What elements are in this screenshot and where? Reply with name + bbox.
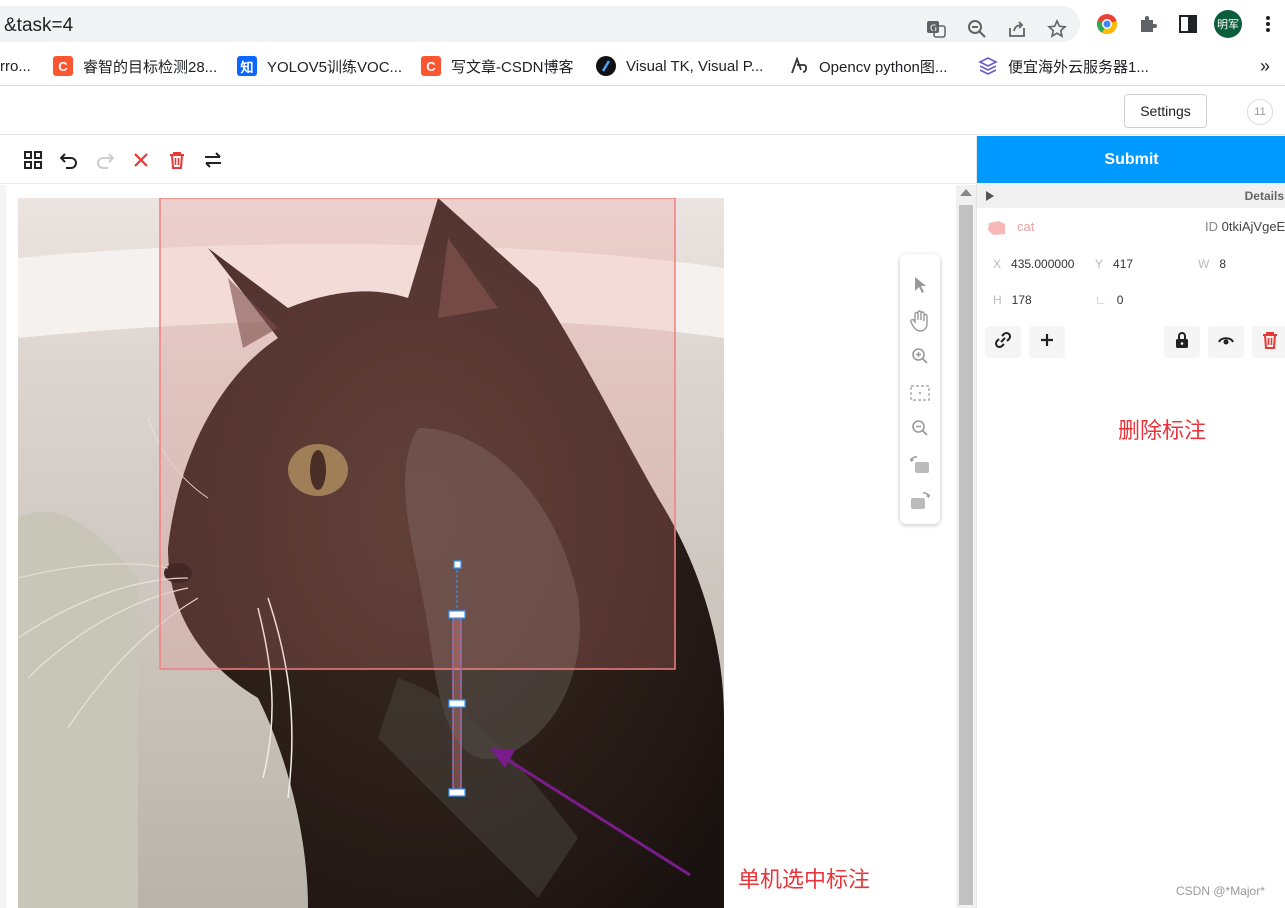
angle-value: ∟ 0 [1095, 293, 1124, 307]
bookmarks-overflow-button[interactable]: » [1260, 54, 1270, 78]
side-panel-icon[interactable] [1176, 12, 1200, 36]
expand-triangle-icon [986, 191, 994, 201]
opencv-icon [789, 56, 809, 76]
scroll-thumb[interactable] [959, 205, 973, 905]
height-value: H 178 [993, 293, 1032, 307]
app-header: Settings 11 [0, 87, 1285, 135]
link-icon [994, 331, 1012, 354]
trash-icon [1262, 331, 1278, 354]
zoom-out-icon[interactable] [908, 416, 932, 440]
bookmark-item[interactable]: 便宜海外云服务器1... [978, 54, 1149, 78]
zoom-in-icon[interactable] [908, 344, 932, 368]
submit-button[interactable]: Submit [977, 136, 1285, 183]
share-icon[interactable] [1006, 18, 1028, 40]
link-button[interactable] [985, 326, 1021, 358]
address-bar[interactable]: &task=4 G [0, 6, 1080, 42]
bookmark-label: YOLOV5训练VOC... [267, 58, 403, 76]
watermark: CSDN @*Major* [1176, 884, 1265, 898]
rotate-left-icon[interactable] [908, 453, 932, 477]
swap-icon[interactable] [201, 148, 225, 172]
bookmark-label: rro... [0, 57, 31, 75]
bookmark-label: 写文章-CSDN博客 [451, 58, 574, 76]
csdn-icon: C [421, 56, 441, 76]
bookmark-item[interactable]: 知 YOLOV5训练VOC... [237, 54, 402, 78]
resize-handle-middle[interactable] [448, 699, 466, 708]
bookmark-item[interactable]: Visual TK, Visual P... [596, 54, 763, 78]
bookmark-item[interactable]: Opencv python图... [789, 54, 947, 78]
select-annotation-note: 单机选中标注 [738, 867, 871, 892]
delete-annotation-note: 删除标注 [1118, 418, 1207, 443]
bbox-large[interactable] [159, 198, 676, 670]
details-toggle[interactable]: Details [977, 184, 1285, 208]
image-canvas[interactable] [18, 198, 724, 908]
chrome-extension-icon[interactable] [1095, 12, 1119, 36]
bookmark-label: 睿智的目标检测28... [83, 58, 218, 76]
side-panel: Submit Details cat ID 0tkiAjVgeE X 435.00… [976, 136, 1285, 908]
rotate-right-icon[interactable] [908, 489, 932, 513]
zhihu-icon: 知 [237, 56, 257, 76]
bookmark-item[interactable]: C 睿智的目标检测28... [53, 54, 217, 78]
y-coordinate: Y 417 [1095, 257, 1134, 271]
cat-photo [18, 198, 724, 908]
browser-toolbar: &task=4 G 明军 [0, 0, 1285, 46]
bookmark-label: 便宜海外云服务器1... [1008, 58, 1149, 76]
redo-icon[interactable] [93, 148, 117, 172]
delete-region-button[interactable] [1252, 326, 1285, 358]
task-count-badge[interactable]: 11 [1247, 99, 1273, 125]
lock-icon [1175, 331, 1189, 353]
visualtk-icon [596, 56, 616, 76]
more-vert-icon[interactable] [1256, 12, 1280, 36]
scroll-up-arrow-icon[interactable] [960, 189, 972, 196]
undo-icon[interactable] [57, 148, 81, 172]
profile-avatar[interactable]: 明军 [1214, 10, 1242, 38]
visibility-button[interactable] [1208, 326, 1244, 358]
view-tools-panel [900, 254, 940, 524]
x-coordinate: X 435.000000 [993, 257, 1075, 271]
cloud-icon [978, 56, 998, 76]
settings-button[interactable]: Settings [1124, 94, 1207, 128]
fit-to-screen-icon[interactable] [908, 381, 932, 405]
star-icon[interactable] [1046, 18, 1068, 40]
region-row[interactable]: cat ID 0tkiAjVgeE [977, 216, 1285, 240]
plus-icon [1039, 332, 1055, 353]
bookmark-item[interactable]: C 写文章-CSDN博客 [421, 54, 574, 78]
pan-hand-icon[interactable] [908, 309, 932, 333]
address-text[interactable]: &task=4 [4, 15, 73, 37]
resize-handle-top[interactable] [448, 610, 466, 619]
csdn-icon: C [53, 56, 73, 76]
region-label: cat [1017, 219, 1035, 234]
add-button[interactable] [1029, 326, 1065, 358]
eye-icon [1218, 333, 1234, 351]
details-label: Details [1244, 189, 1284, 203]
grid-icon[interactable] [21, 148, 45, 172]
rotate-handle[interactable] [453, 560, 462, 569]
lock-button[interactable] [1164, 326, 1200, 358]
canvas-scrollbar[interactable] [956, 185, 976, 908]
bookmark-label: Opencv python图... [819, 58, 948, 76]
resize-handle-bottom[interactable] [448, 788, 466, 797]
select-pointer-icon[interactable] [908, 273, 932, 297]
left-strip [0, 185, 6, 908]
trash-icon[interactable] [165, 148, 189, 172]
rectangle-label-icon [987, 220, 1007, 241]
width-value: W8 [1198, 257, 1227, 271]
translate-icon[interactable]: G [925, 18, 947, 40]
bookmark-label: Visual TK, Visual P... [626, 57, 764, 75]
region-id: ID 0tkiAjVgeE [1205, 219, 1285, 234]
bookmark-item[interactable]: rro... [0, 54, 31, 78]
zoom-out-icon[interactable] [966, 18, 988, 40]
close-icon[interactable] [129, 148, 153, 172]
extensions-puzzle-icon[interactable] [1136, 12, 1160, 36]
bookmarks-bar: rro... C 睿智的目标检测28... 知 YOLOV5训练VOC... C… [0, 46, 1285, 86]
editor-toolbar [0, 136, 976, 184]
